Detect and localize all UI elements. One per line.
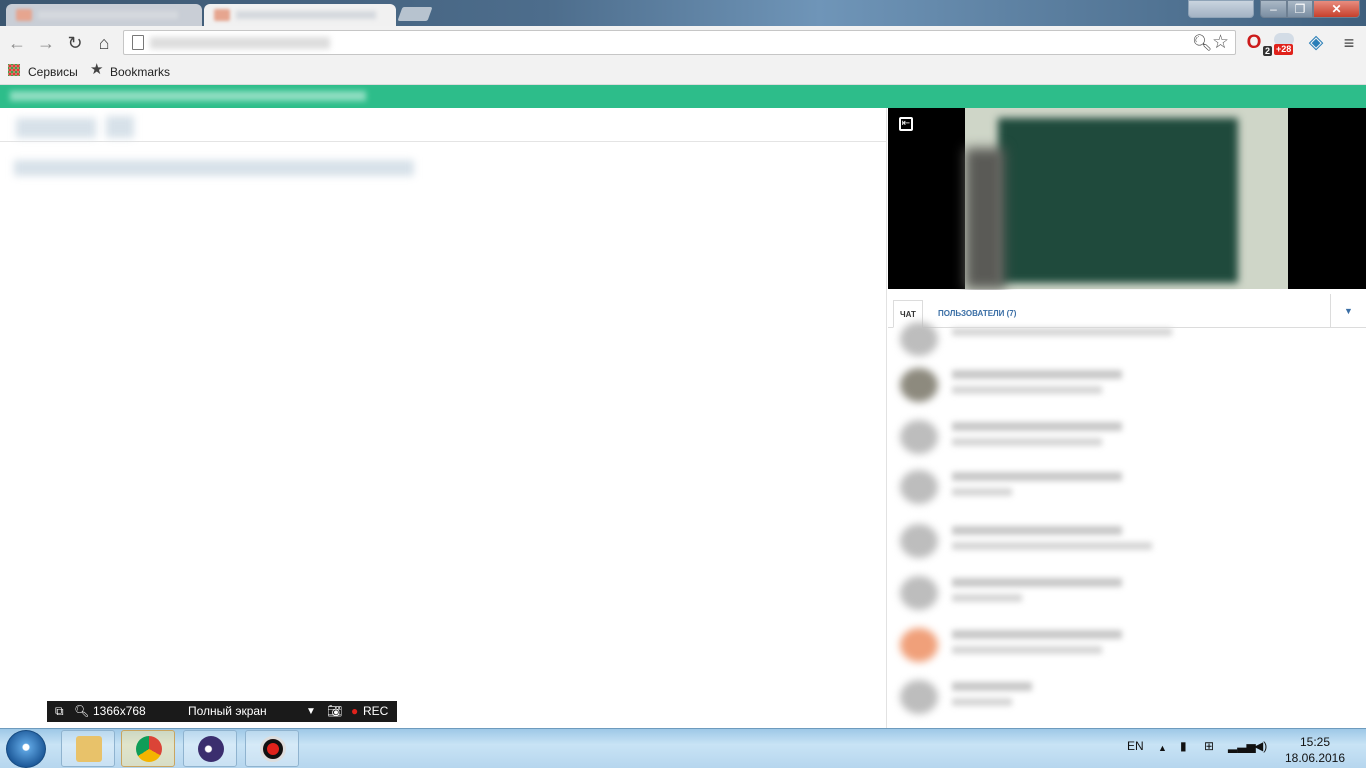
bookmarks-folder[interactable]: Bookmarks	[110, 63, 170, 81]
eclipse-icon[interactable]	[183, 730, 237, 767]
bookmark-star-icon[interactable]: ☆	[1212, 31, 1229, 54]
explorer-icon[interactable]	[61, 730, 115, 767]
chat-message	[900, 360, 1200, 408]
opera-extension-icon[interactable]: O2	[1244, 33, 1272, 56]
clock[interactable]: 15:25 18.06.2016	[1280, 734, 1350, 766]
start-orb-icon[interactable]	[6, 730, 46, 768]
rec-button[interactable]: REC	[363, 704, 388, 719]
content-text-blurred	[14, 160, 414, 176]
network-icon[interactable]: ▂▃▅	[1228, 739, 1256, 753]
browser-toolbar: ← → ↻ ⌂ 🔍︎ ☆ O2 +28 ◈ ≡	[0, 26, 1366, 60]
show-hidden-icons[interactable]: ▲	[1158, 743, 1167, 753]
windows-icon[interactable]: ⊞	[1204, 739, 1214, 753]
chrome-icon[interactable]	[121, 730, 175, 767]
window-select-icon[interactable]: ⧉	[55, 704, 64, 719]
language-indicator[interactable]: EN	[1127, 739, 1144, 753]
apps-shortcut[interactable]: Сервисы	[28, 63, 78, 81]
content-tabs	[0, 108, 886, 142]
recorder-mode-select[interactable]: Полный экран	[188, 704, 267, 719]
close-window-button[interactable]: ✕	[1313, 0, 1360, 18]
panel-divider	[886, 108, 887, 728]
url-text-blurred	[150, 37, 330, 49]
magnifier-icon[interactable]: 🔍︎	[74, 704, 89, 719]
browser-tab-active[interactable]	[204, 4, 396, 26]
minimize-button[interactable]: –	[1260, 0, 1287, 18]
video-player[interactable]: ⇤	[888, 108, 1366, 289]
profile-button[interactable]	[1188, 0, 1254, 18]
extension-badge: +28	[1274, 44, 1294, 55]
chat-message	[900, 314, 1200, 362]
screen-recorder-bar: ⧉ 🔍︎ 1366x768 Полный экран ▼ 📷︎ ● REC	[47, 701, 397, 722]
bookmarks-folder-icon[interactable]: ★	[90, 60, 103, 78]
tab-title-blurred	[236, 11, 376, 19]
new-tab-button[interactable]	[397, 7, 433, 21]
chevron-down-icon[interactable]: ▼	[306, 704, 316, 719]
action-center-icon[interactable]: ▮	[1180, 739, 1187, 753]
page-icon	[132, 35, 144, 50]
exit-fullscreen-icon[interactable]: ⇤	[899, 117, 913, 131]
dropbox-extension-icon[interactable]: ◈	[1306, 33, 1326, 53]
main-content	[0, 108, 886, 728]
record-dot-icon: ●	[351, 704, 359, 718]
tab-title-blurred	[38, 11, 178, 19]
content-tab-blurred[interactable]	[106, 116, 134, 138]
chat-message	[900, 462, 1200, 510]
camera-icon[interactable]: 📷︎	[327, 704, 342, 719]
tab-favicon	[214, 9, 230, 21]
record-icon[interactable]	[245, 730, 299, 767]
cloud-extension-icon[interactable]: +28	[1274, 33, 1294, 55]
back-icon[interactable]: ←	[6, 32, 28, 54]
apps-icon[interactable]	[8, 64, 20, 76]
taskbar: EN ▲ ▮ ⊞ ▂▃▅ ◀) 15:25 18.06.2016	[0, 728, 1366, 768]
video-person-blurred	[965, 148, 1005, 289]
header-text-blurred	[10, 91, 366, 101]
window-title-bar: – ❐ ✕	[0, 0, 1366, 26]
chat-message	[900, 672, 1200, 720]
chevron-down-icon[interactable]: ▼	[1330, 294, 1366, 328]
chat-message	[900, 620, 1200, 668]
maximize-button[interactable]: ❐	[1287, 0, 1313, 18]
chat-panel: ЧАТ ПОЛЬЗОВАТЕЛИ (7) ▼	[888, 290, 1366, 728]
home-icon[interactable]: ⌂	[93, 32, 115, 54]
chat-message	[900, 412, 1200, 460]
clock-time: 15:25	[1299, 735, 1331, 749]
tab-favicon	[16, 9, 32, 21]
extension-badge: 2	[1262, 46, 1272, 56]
chat-message	[900, 516, 1200, 564]
content-tab-blurred[interactable]	[16, 118, 96, 138]
reload-icon[interactable]: ↻	[64, 32, 86, 54]
volume-icon[interactable]: ◀)	[1254, 739, 1267, 753]
recorder-resolution[interactable]: 1366x768	[93, 704, 146, 719]
forward-icon[interactable]: →	[35, 32, 57, 54]
page-header-bar	[0, 85, 1366, 108]
chat-message	[900, 568, 1200, 616]
bookmarks-bar: Сервисы ★ Bookmarks	[0, 60, 1366, 85]
zoom-icon[interactable]: 🔍︎	[1192, 33, 1212, 53]
address-bar[interactable]: 🔍︎ ☆	[123, 30, 1236, 55]
video-board-blurred	[998, 118, 1238, 283]
browser-tab-1[interactable]	[6, 4, 202, 26]
menu-icon[interactable]: ≡	[1339, 33, 1359, 53]
clock-date: 18.06.2016	[1284, 751, 1346, 765]
